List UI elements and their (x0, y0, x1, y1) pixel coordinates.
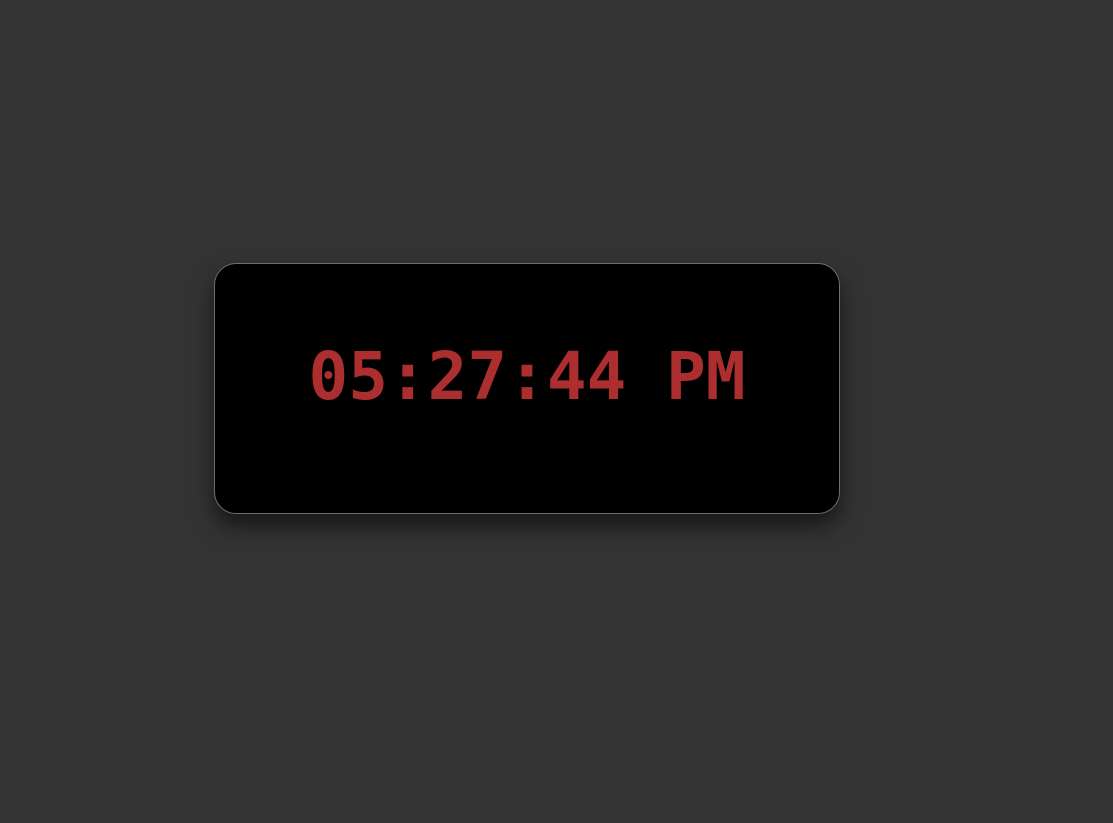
clock-time-display: 05:27:44 PM (308, 338, 746, 415)
digital-clock-panel: 05:27:44 PM (214, 263, 840, 514)
page-background: { "clock": { "time_text": "05:27:44 PM" … (0, 0, 1113, 823)
